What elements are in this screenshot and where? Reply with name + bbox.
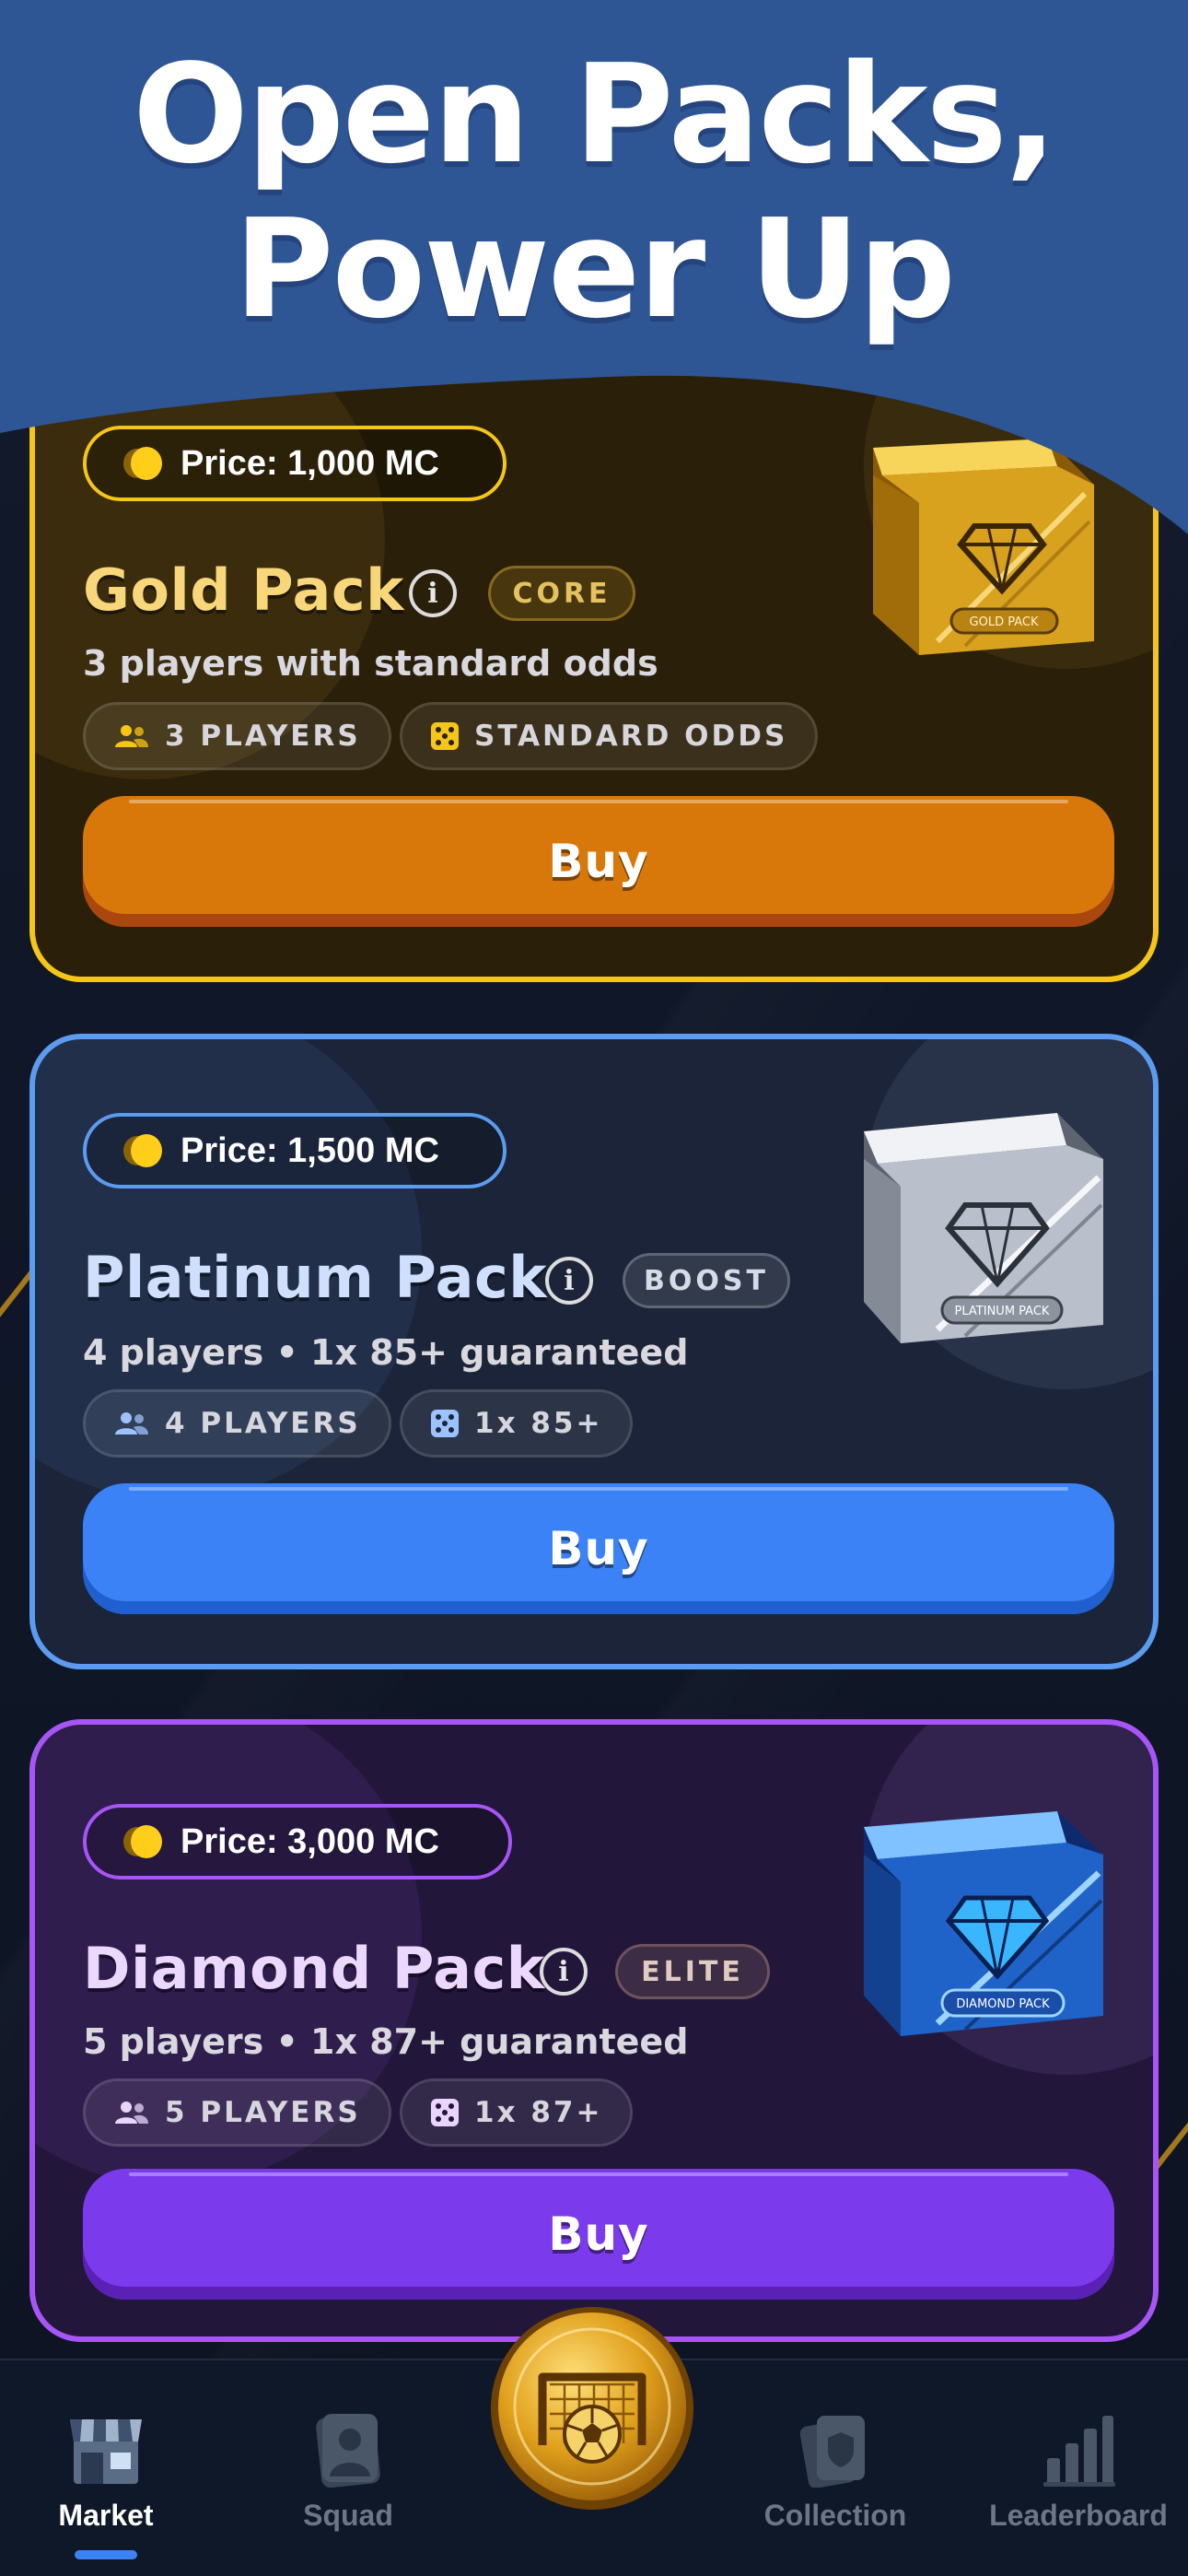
odds-chip: STANDARD ODDS bbox=[400, 702, 819, 770]
coin-icon bbox=[123, 1132, 162, 1169]
gold-pack-image: GOLD PACK bbox=[836, 429, 1112, 673]
dice-icon bbox=[430, 2098, 460, 2127]
players-chip: 4 PLAYERS bbox=[83, 1389, 391, 1458]
platinum-pack-image-label: PLATINUM PACK bbox=[955, 1305, 1050, 1318]
players-icon bbox=[113, 1411, 150, 1436]
nav-label: Squad bbox=[303, 2499, 393, 2532]
info-icon[interactable]: i bbox=[409, 569, 457, 617]
platinum-pack-image: PLATINUM PACK bbox=[836, 1095, 1112, 1356]
price-label: Price: 3,000 MC bbox=[181, 1821, 439, 1861]
pack-subtitle: 3 players with standard odds bbox=[83, 643, 658, 684]
dice-icon bbox=[430, 721, 460, 751]
chip-label: 1x 85+ bbox=[474, 1407, 603, 1440]
odds-chip: 1x 85+ bbox=[400, 1389, 634, 1458]
chip-label: 1x 87+ bbox=[474, 2096, 603, 2129]
chip-label: 3 PLAYERS bbox=[165, 720, 361, 753]
squad-icon bbox=[311, 2405, 385, 2488]
nav-item-leaderboard[interactable]: Leaderboard bbox=[982, 2360, 1175, 2576]
pack-title: Gold Pack bbox=[83, 556, 404, 624]
coin-icon bbox=[123, 1823, 162, 1860]
collection-icon bbox=[798, 2405, 872, 2488]
buy-label: Buy bbox=[548, 1522, 649, 1575]
price-pill: Price: 3,000 MC bbox=[83, 1804, 512, 1879]
gold-pack-image-label: GOLD PACK bbox=[970, 615, 1039, 629]
pack-title: Diamond Pack bbox=[83, 1935, 545, 2002]
price-pill: Price: 1,000 MC bbox=[83, 426, 507, 501]
chip-label: 5 PLAYERS bbox=[165, 2096, 361, 2129]
players-icon bbox=[113, 723, 150, 749]
buy-button[interactable]: Buy bbox=[83, 2169, 1114, 2300]
buy-label: Buy bbox=[548, 835, 649, 888]
dice-icon bbox=[430, 1409, 460, 1438]
active-indicator bbox=[75, 2550, 137, 2559]
buy-label: Buy bbox=[548, 2207, 649, 2261]
buy-button[interactable]: Buy bbox=[83, 1483, 1114, 1614]
pack-tag: CORE bbox=[488, 566, 635, 621]
chip-label: 4 PLAYERS bbox=[165, 1407, 361, 1440]
buy-button[interactable]: Buy bbox=[83, 796, 1114, 927]
players-chip: 3 PLAYERS bbox=[83, 702, 391, 770]
diamond-pack-image-label: DIAMOND PACK bbox=[956, 1997, 1050, 2011]
chip-label: STANDARD ODDS bbox=[474, 720, 788, 753]
leaderboard-icon bbox=[1042, 2405, 1115, 2488]
nav-label: Leaderboard bbox=[989, 2499, 1168, 2532]
info-icon[interactable]: i bbox=[540, 1948, 588, 1996]
players-chip: 5 PLAYERS bbox=[83, 2078, 391, 2147]
price-pill: Price: 1,500 MC bbox=[83, 1113, 507, 1188]
center-play-button[interactable] bbox=[489, 2305, 695, 2512]
nav-label: Collection bbox=[763, 2499, 907, 2532]
price-label: Price: 1,500 MC bbox=[181, 1130, 439, 1170]
nav-item-squad[interactable]: Squad bbox=[261, 2360, 436, 2576]
gold-pack-card: Price: 1,000 MC Gold Pack i CORE 3 playe… bbox=[29, 332, 1159, 982]
pack-subtitle: 5 players • 1x 87+ guaranteed bbox=[83, 2021, 689, 2062]
players-icon bbox=[113, 2100, 150, 2125]
pack-tag: ELITE bbox=[615, 1944, 770, 1999]
odds-chip: 1x 87+ bbox=[400, 2078, 634, 2147]
coin-icon bbox=[123, 445, 162, 482]
diamond-pack-image: DIAMOND PACK bbox=[836, 1795, 1112, 2047]
platinum-pack-card: Price: 1,500 MC Platinum Pack i BOOST 4 … bbox=[29, 1034, 1159, 1669]
diamond-pack-card: Price: 3,000 MC Diamond Pack i ELITE 5 p… bbox=[29, 1719, 1159, 2342]
info-icon[interactable]: i bbox=[545, 1257, 593, 1305]
pack-tag: BOOST bbox=[623, 1253, 790, 1308]
soccer-goal-icon bbox=[491, 2307, 693, 2510]
nav-item-market[interactable]: Market bbox=[18, 2360, 193, 2576]
market-icon bbox=[66, 2405, 146, 2488]
nav-item-collection[interactable]: Collection bbox=[748, 2360, 923, 2576]
pack-subtitle: 4 players • 1x 85+ guaranteed bbox=[83, 1332, 689, 1373]
nav-label: Market bbox=[58, 2499, 154, 2532]
price-label: Price: 1,000 MC bbox=[181, 443, 439, 483]
pack-title: Platinum Pack bbox=[83, 1244, 547, 1311]
